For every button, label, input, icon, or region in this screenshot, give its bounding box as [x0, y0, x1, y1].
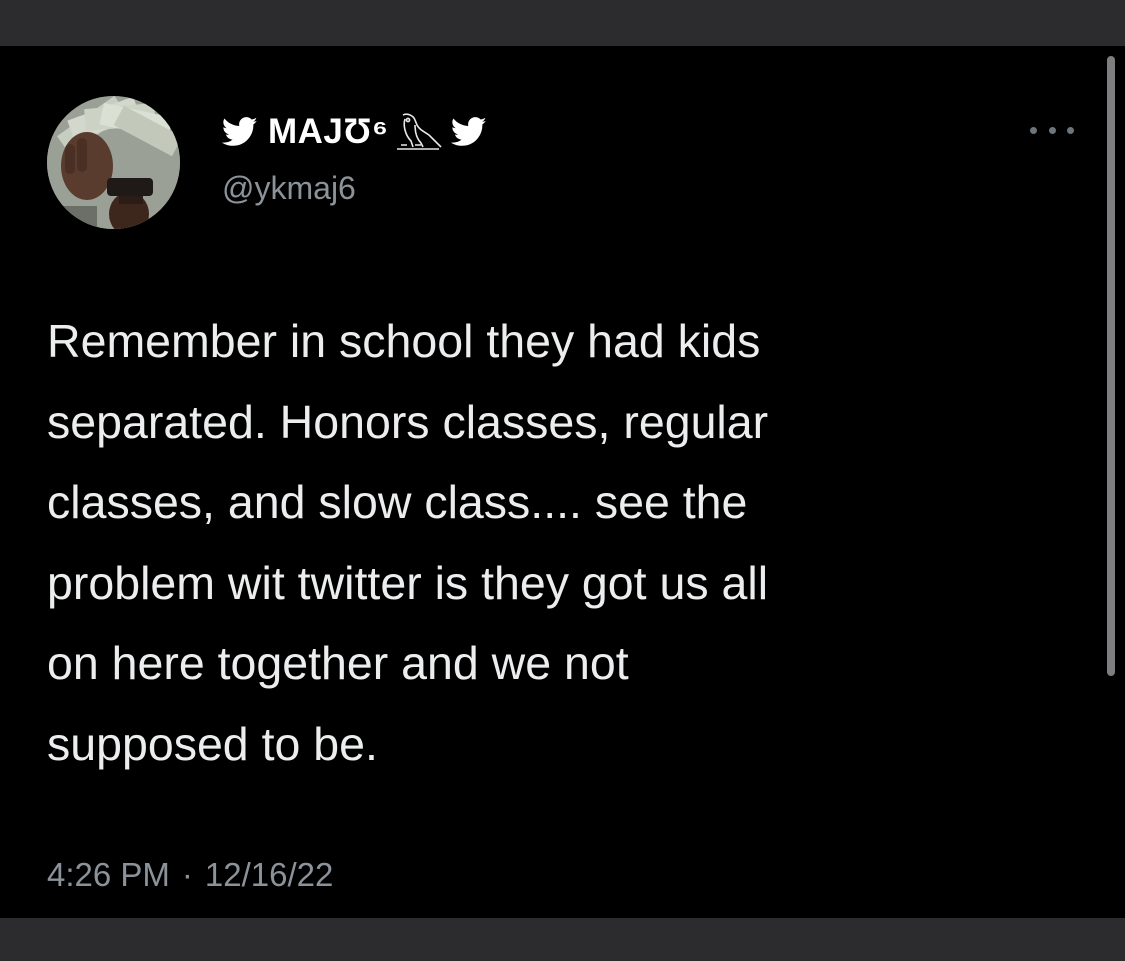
- tweet-timestamp[interactable]: 4:26 PM · 12/16/22: [47, 856, 333, 894]
- author-display-name: MAJƱ⁶: [268, 112, 389, 151]
- tweet-date: 12/16/22: [204, 856, 334, 893]
- more-dot: [1067, 126, 1074, 134]
- scrollbar[interactable]: [1107, 56, 1115, 676]
- avatar[interactable]: [47, 96, 180, 229]
- tweet-time: 4:26 PM: [47, 856, 170, 893]
- screenshot-frame: MAJƱ⁶ @ykmaj6 Remember in school they ha…: [0, 0, 1125, 961]
- author-handle[interactable]: @ykmaj6: [222, 170, 356, 207]
- more-dot: [1030, 126, 1037, 134]
- tweet-text: Remember in school they had kids separat…: [47, 315, 769, 770]
- more-options-icon[interactable]: [1030, 118, 1074, 142]
- owl-icon: [396, 113, 442, 150]
- twitter-bird-icon: [450, 117, 486, 146]
- tweet-card: MAJƱ⁶ @ykmaj6 Remember in school they ha…: [0, 46, 1125, 918]
- timestamp-separator: ·: [181, 856, 193, 893]
- author-name-row[interactable]: MAJƱ⁶: [222, 110, 487, 154]
- more-dot: [1048, 126, 1056, 134]
- twitter-bird-icon: [222, 117, 258, 146]
- avatar-photo: [47, 96, 180, 229]
